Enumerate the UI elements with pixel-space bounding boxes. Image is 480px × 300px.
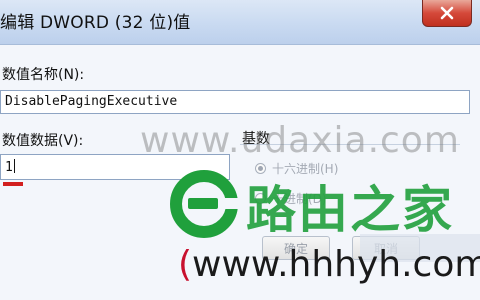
value-name-field[interactable]: DisablePagingExecutive [0, 90, 470, 114]
brand-logo-icon [170, 170, 238, 238]
close-icon [440, 6, 454, 20]
text-caret [13, 159, 15, 173]
value-data-label: 数值数据(V): [2, 133, 84, 149]
value-data-text: 1 [5, 160, 13, 175]
watermark-brand: 路由之家 [246, 181, 454, 239]
title-bar: 编辑 DWORD (32 位)值 [0, 0, 480, 45]
watermark-udaxia: www.udaxia.com [140, 120, 460, 161]
watermark-hhhyh-text: www.hhhyh.com [192, 244, 480, 285]
watermark-paren: ( [178, 244, 193, 285]
watermark-hhhyh: (www.hhhyh.com [178, 244, 480, 285]
highlight-underline [3, 182, 23, 186]
value-name-label: 数值名称(N): [2, 67, 85, 83]
close-button[interactable] [422, 0, 472, 27]
window-title: 编辑 DWORD (32 位)值 [0, 13, 191, 33]
value-name-text: DisablePagingExecutive [5, 94, 178, 109]
